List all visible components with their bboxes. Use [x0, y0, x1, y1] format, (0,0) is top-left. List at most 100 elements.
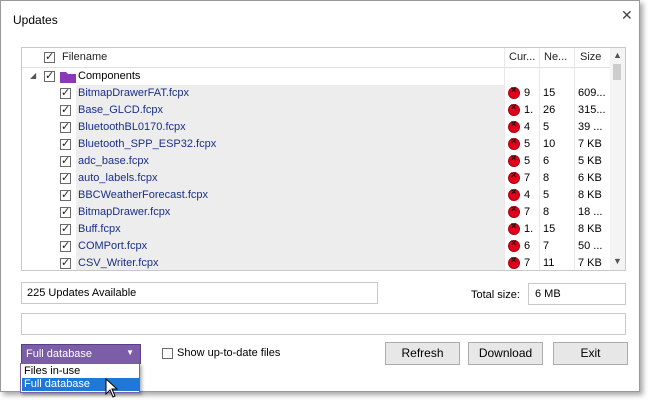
updates-count-box: 225 Updates Available — [21, 282, 378, 304]
database-select-value: Full database — [26, 348, 93, 360]
database-select[interactable]: Full database ▼ — [21, 344, 141, 364]
grid-scrollbar[interactable]: ▲ ▼ — [610, 48, 625, 270]
table-row[interactable]: COMPort.fcpx 67 50 ... — [22, 238, 610, 255]
scroll-thumb[interactable] — [613, 64, 621, 80]
table-row[interactable]: BitmapDrawer.fcpx 78 18 ... — [22, 204, 610, 221]
row-size: 8 KB — [578, 223, 602, 235]
column-header-new[interactable]: Ne... — [544, 51, 567, 63]
row-new-version: 10 — [543, 138, 556, 150]
error-icon — [508, 239, 520, 252]
error-icon — [508, 154, 520, 167]
total-size-box: 6 MB — [528, 283, 626, 305]
table-row[interactable]: Bluetooth_SPP_ESP32.fcpx 5 10 7 KB — [22, 136, 610, 153]
column-header-current[interactable]: Cur... — [509, 51, 535, 63]
row-size: 7 KB — [578, 138, 602, 150]
row-size: 8 KB — [578, 189, 602, 201]
row-checkbox[interactable] — [60, 154, 71, 167]
row-new-version: 8 — [543, 172, 550, 184]
table-row[interactable]: BluetoothBL0170.fcpx 45 39 ... — [22, 119, 610, 136]
row-checkbox[interactable] — [60, 188, 71, 201]
chevron-down-icon[interactable]: ▼ — [126, 348, 134, 357]
row-checkbox[interactable] — [60, 86, 71, 99]
row-new-version: 7 — [543, 240, 550, 252]
dialog-title: Updates — [13, 13, 58, 27]
row-current-version: 5 — [524, 138, 531, 150]
updates-available-text: 225 Updates Available — [27, 287, 137, 299]
column-header-size[interactable]: Size — [580, 51, 601, 63]
show-uptodate-checkbox[interactable] — [162, 348, 173, 359]
updates-dialog: Updates ✕ Filename Cur... Ne... Size ◢ C… — [0, 0, 640, 392]
error-icon — [508, 222, 520, 235]
row-size: 6 KB — [578, 172, 602, 184]
select-all-checkbox[interactable] — [44, 50, 55, 63]
row-new-version: 26 — [543, 104, 556, 116]
table-row[interactable]: BBCWeatherForecast.fcpx 45 8 KB — [22, 187, 610, 204]
group-checkbox[interactable] — [44, 69, 55, 82]
row-new-version: 15 — [543, 87, 556, 99]
option-full-database[interactable]: Full database — [22, 378, 140, 391]
row-filename: BBCWeatherForecast.fcpx — [78, 189, 209, 201]
error-icon — [508, 256, 520, 269]
table-row[interactable]: CSV_Writer.fcpx 7 11 7 KB — [22, 255, 610, 270]
table-row[interactable]: Buff.fcpx 1. 15 8 KB — [22, 221, 610, 238]
error-icon — [508, 171, 520, 184]
error-icon — [508, 86, 520, 99]
refresh-button[interactable]: Refresh — [385, 342, 460, 365]
row-filename: COMPort.fcpx — [78, 240, 148, 252]
database-dropdown-list[interactable]: Files in-use Full database — [20, 363, 140, 393]
row-current-version: 4 — [524, 189, 531, 201]
row-current-version: 7 — [524, 257, 531, 269]
group-row-components[interactable]: ◢ Components — [22, 68, 610, 85]
close-icon[interactable]: ✕ — [621, 7, 633, 24]
scroll-down-icon[interactable]: ▼ — [613, 256, 622, 266]
row-checkbox[interactable] — [60, 137, 71, 150]
row-size: 50 ... — [578, 240, 603, 252]
row-filename: CSV_Writer.fcpx — [78, 257, 159, 269]
row-size: 39 ... — [578, 121, 603, 133]
row-size: 18 ... — [578, 206, 603, 218]
row-checkbox[interactable] — [60, 239, 71, 252]
row-filename: BitmapDrawer.fcpx — [78, 206, 171, 218]
folder-icon — [60, 72, 76, 83]
error-icon — [508, 188, 520, 201]
row-checkbox[interactable] — [60, 120, 71, 133]
row-current-version: 7 — [524, 206, 531, 218]
row-filename: adc_base.fcpx — [78, 155, 149, 167]
row-checkbox[interactable] — [60, 256, 71, 269]
show-uptodate-label[interactable]: Show up-to-date files — [177, 347, 280, 359]
error-icon — [508, 120, 520, 133]
download-button[interactable]: Download — [468, 342, 543, 365]
row-checkbox[interactable] — [60, 171, 71, 184]
table-row[interactable]: adc_base.fcpx 56 5 KB — [22, 153, 610, 170]
updates-grid[interactable]: Filename Cur... Ne... Size ◢ Components … — [21, 47, 626, 271]
row-current-version: 6 — [524, 240, 531, 252]
error-icon — [508, 103, 520, 116]
row-current-version: 7 — [524, 172, 531, 184]
table-row[interactable]: BitmapDrawerFAT.fcpx 9 15 609... — [22, 85, 610, 102]
row-new-version: 15 — [543, 223, 556, 235]
row-checkbox[interactable] — [60, 222, 71, 235]
scroll-up-icon[interactable]: ▲ — [613, 50, 622, 60]
table-row[interactable]: auto_labels.fcpx 78 6 KB — [22, 170, 610, 187]
progress-bar — [21, 313, 626, 335]
error-icon — [508, 137, 520, 150]
group-label: Components — [78, 70, 141, 82]
row-size: 315... — [578, 104, 606, 116]
table-row[interactable]: Base_GLCD.fcpx 1. 26 315... — [22, 102, 610, 119]
row-checkbox[interactable] — [60, 205, 71, 218]
row-checkbox[interactable] — [60, 103, 71, 116]
row-current-version: 5 — [524, 155, 531, 167]
row-current-version: 4 — [524, 121, 531, 133]
option-files-in-use[interactable]: Files in-use — [22, 365, 140, 378]
row-new-version: 6 — [543, 155, 550, 167]
column-header-filename[interactable]: Filename — [62, 51, 107, 63]
row-filename: Bluetooth_SPP_ESP32.fcpx — [78, 138, 217, 150]
row-current-version: 9 — [524, 87, 531, 99]
total-size-label: Total size: — [471, 289, 520, 301]
exit-button[interactable]: Exit — [553, 342, 628, 365]
row-new-version: 5 — [543, 189, 550, 201]
error-icon — [508, 205, 520, 218]
row-size: 5 KB — [578, 155, 602, 167]
expander-icon[interactable]: ◢ — [30, 71, 36, 80]
grid-header: Filename Cur... Ne... Size — [22, 48, 610, 68]
